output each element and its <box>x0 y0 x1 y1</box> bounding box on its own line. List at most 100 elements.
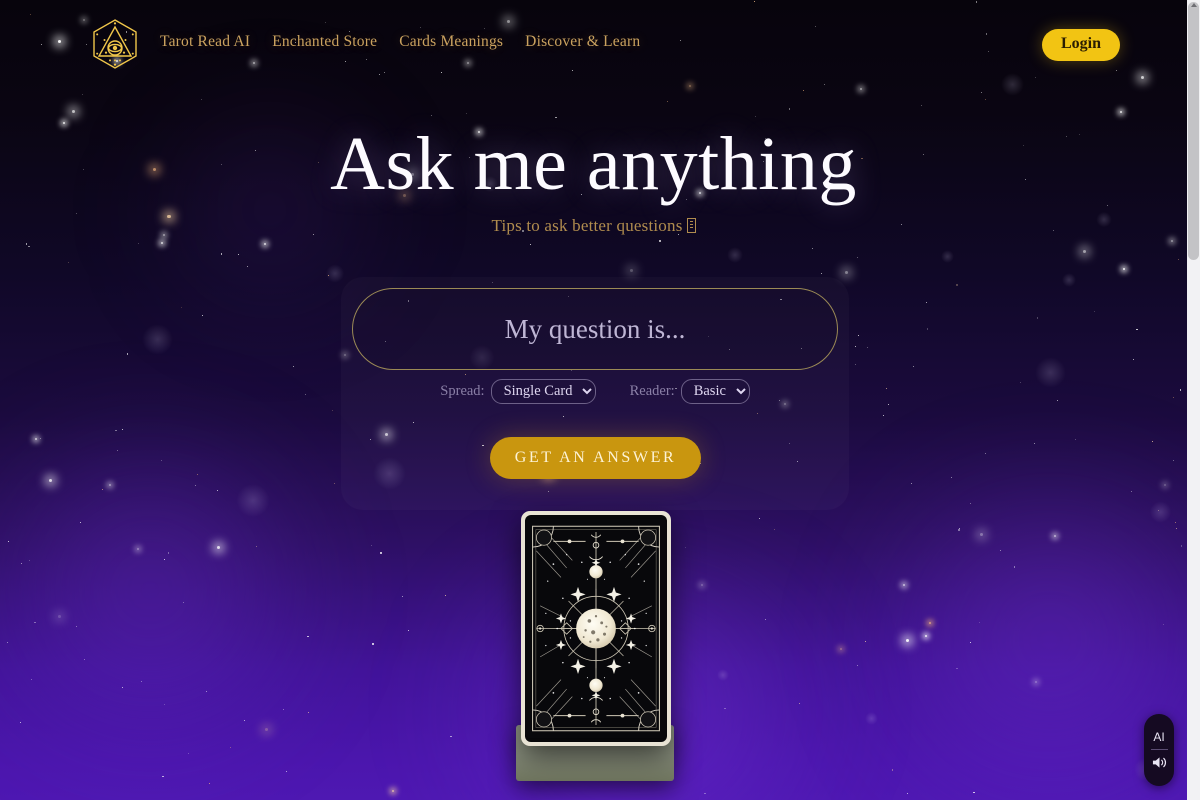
reader-option-group: Reader: Basic <box>630 379 750 404</box>
star-dot <box>307 635 309 638</box>
star-dot <box>856 665 858 666</box>
star-dot <box>798 702 801 705</box>
star-dot <box>956 668 958 670</box>
star-dot <box>67 262 69 263</box>
star-dot <box>40 438 42 439</box>
star-dot <box>1177 259 1179 261</box>
star-dot <box>1120 110 1123 113</box>
star-dot <box>31 678 32 680</box>
star-dot <box>1131 490 1133 492</box>
star-dot <box>34 622 36 624</box>
star-dot <box>905 639 910 643</box>
star-dot <box>659 240 661 242</box>
reader-select[interactable]: Basic <box>680 379 750 404</box>
star-dot <box>1053 535 1056 538</box>
star-dot <box>243 720 245 722</box>
star-dot <box>161 460 162 462</box>
star-dot <box>755 115 757 117</box>
star-dot <box>160 242 163 245</box>
star-dot <box>980 92 983 94</box>
star-dot <box>327 275 329 277</box>
nav-item-cards-meanings[interactable]: Cards Meanings <box>399 33 503 51</box>
star-dot <box>765 619 766 621</box>
nav-item-tarot-read-ai[interactable]: Tarot Read AI <box>160 33 250 51</box>
star-dot <box>1173 397 1174 399</box>
star-dot <box>1019 381 1021 383</box>
spread-select[interactable]: Single Card <box>490 379 596 404</box>
star-dot <box>1181 545 1183 547</box>
star-dot <box>391 790 394 793</box>
all-seeing-eye-hexagon-logo-icon[interactable] <box>90 18 140 70</box>
star-dot <box>264 243 267 246</box>
star-dot <box>181 307 183 309</box>
star-dot <box>821 273 822 275</box>
star-dot <box>959 528 961 530</box>
login-button[interactable]: Login <box>1041 29 1120 61</box>
star-dot <box>839 648 842 651</box>
star-dot <box>444 595 446 597</box>
star-dot <box>1033 442 1036 445</box>
bokeh-orb <box>236 483 270 518</box>
star-dot <box>48 479 52 483</box>
star-dot <box>789 108 791 110</box>
star-dot <box>201 314 203 316</box>
page-title: Ask me anything <box>330 122 857 206</box>
star-dot <box>7 540 10 543</box>
page-background: Tarot Read AI Enchanted Store Cards Mean… <box>0 0 1200 800</box>
hero-section: Ask me anything Tips to ask better quest… <box>0 126 1187 236</box>
bokeh-orb <box>325 264 345 284</box>
star-dot <box>216 490 218 492</box>
star-dot <box>292 365 294 367</box>
nav-item-enchanted-store[interactable]: Enchanted Store <box>272 33 377 51</box>
star-dot <box>1180 389 1182 391</box>
star-dot <box>1035 680 1038 683</box>
star-dot <box>230 747 232 749</box>
star-dot <box>973 791 975 794</box>
star-dot <box>629 268 633 272</box>
star-dot <box>984 453 986 454</box>
star-dot <box>200 98 202 100</box>
star-dot <box>121 686 124 688</box>
star-dot <box>864 640 866 642</box>
star-dot <box>208 783 210 785</box>
star-dot <box>1082 249 1086 253</box>
star-dot <box>857 257 859 259</box>
star-dot <box>907 793 909 795</box>
scroll-up-arrow-icon[interactable] <box>1191 3 1197 7</box>
star-dot <box>380 552 382 554</box>
main-navigation: Tarot Read AI Enchanted Store Cards Mean… <box>160 33 640 51</box>
star-dot <box>854 345 856 347</box>
star-dot <box>307 711 309 713</box>
bokeh-orb <box>1149 501 1172 524</box>
get-an-answer-button[interactable]: GET AN ANSWER <box>490 437 701 479</box>
star-dot <box>116 450 118 451</box>
star-dot <box>803 90 805 91</box>
page-scrollbar-thumb[interactable] <box>1188 2 1199 260</box>
bokeh-orb <box>1034 356 1066 388</box>
ai-assistant-widget[interactable]: AI <box>1144 714 1174 786</box>
star-dot <box>1176 527 1178 529</box>
question-input[interactable] <box>352 288 838 370</box>
star-dot <box>969 502 972 505</box>
bokeh-orb <box>941 250 955 264</box>
ai-widget-label[interactable]: AI <box>1153 730 1164 744</box>
nav-item-discover-and-learn[interactable]: Discover & Learn <box>525 33 640 51</box>
star-dot <box>34 438 37 441</box>
star-dot <box>196 473 198 475</box>
star-dot <box>408 630 410 632</box>
tarot-card-back[interactable] <box>521 511 671 746</box>
star-dot <box>1163 484 1166 487</box>
star-dot <box>28 559 30 561</box>
star-dot <box>62 122 65 125</box>
star-dot <box>958 529 960 531</box>
star-dot <box>1158 509 1160 511</box>
nebula-glow-left <box>0 420 360 760</box>
star-dot <box>109 483 112 486</box>
tips-link[interactable]: Tips to ask better questions <box>491 216 696 236</box>
star-dot <box>844 271 848 275</box>
star-dot <box>305 393 307 395</box>
speaker-volume-icon[interactable] <box>1151 755 1168 770</box>
star-dot <box>1056 399 1058 401</box>
star-dot <box>372 643 374 645</box>
star-dot <box>80 521 82 523</box>
